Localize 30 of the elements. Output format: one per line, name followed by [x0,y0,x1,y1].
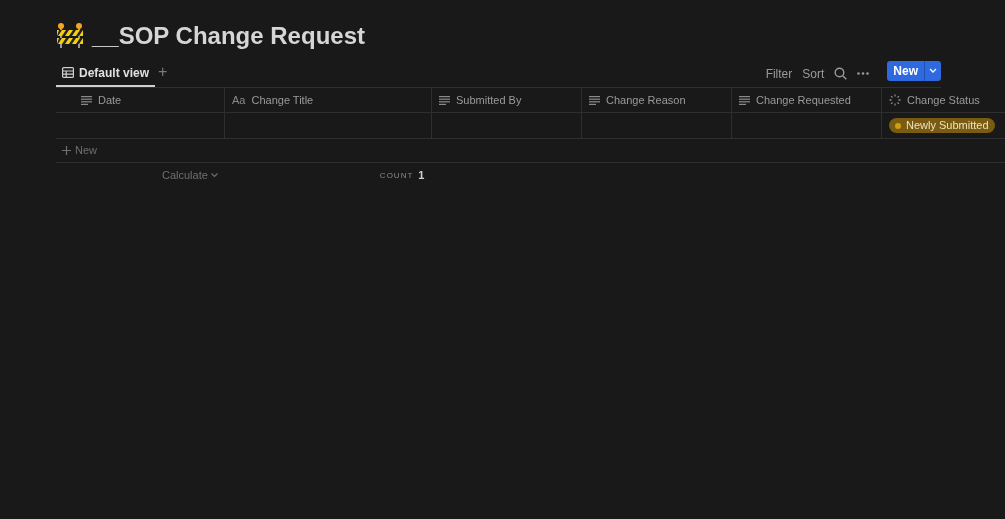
plus-icon [62,146,71,155]
loading-icon [889,94,901,106]
column-header[interactable]: Submitted By [431,88,581,112]
filter-button[interactable]: Filter [765,64,793,83]
column-header[interactable]: Date [56,88,224,112]
chevron-down-icon [210,173,218,177]
count-value: 1 [418,167,425,183]
table-icon [62,67,74,78]
title-type-icon: Aa [232,91,246,109]
barrier-icon [56,22,84,50]
search-icon[interactable] [834,67,848,80]
more-icon[interactable] [857,72,870,75]
lines-icon [739,95,750,105]
chevron-down-icon[interactable] [929,68,937,73]
new-row-button[interactable]: New [62,142,97,159]
new-button[interactable]: New [887,60,941,81]
count-label: COUNT [379,170,414,182]
status-tag: Newly Submitted [889,118,995,133]
column-header[interactable]: Change Requested [731,88,881,112]
add-view-button[interactable]: + [158,59,168,88]
sort-button[interactable]: Sort [802,64,825,83]
column-header[interactable]: Change Reason [581,88,731,112]
view-tab[interactable]: Default view [56,60,156,87]
lines-icon [81,95,92,105]
calculate-button[interactable]: Calculate [162,166,218,184]
lines-icon [589,95,600,105]
column-header[interactable]: Change Status [881,88,1005,112]
page-title: __SOP Change Request [92,21,365,51]
lines-icon [439,95,450,105]
column-header[interactable]: Aa Change Title [224,88,431,112]
